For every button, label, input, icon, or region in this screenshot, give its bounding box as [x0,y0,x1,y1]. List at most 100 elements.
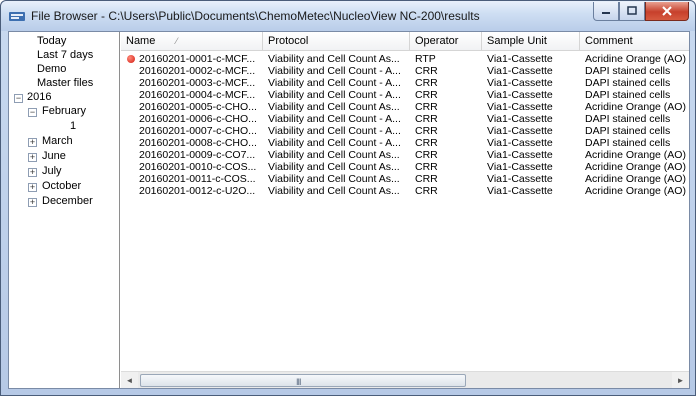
cell-operator: CRR [415,113,438,125]
table-row[interactable]: 20160201-0005-c-CHO... Viability and Cell… [121,101,689,113]
collapse-february-toggle[interactable]: − [28,108,37,117]
scroll-left-button[interactable]: ◄ [121,372,138,388]
close-button[interactable] [645,2,689,21]
cell-name: 20160201-0011-c-COS... [139,173,256,185]
cell-comment: Acridine Orange (AO) [585,185,686,197]
cell-comment: Acridine Orange (AO) [585,53,686,65]
table-row[interactable]: 20160201-0001-c-MCF... Viability and Cell… [121,53,689,65]
cell-name: 20160201-0007-c-CHO... [139,125,257,137]
cell-name: 20160201-0008-c-CHO... [139,137,257,149]
cell-operator: CRR [415,173,438,185]
cell-operator: CRR [415,125,438,137]
cell-sample-unit: Via1-Cassette [487,77,553,89]
cell-comment: DAPI stained cells [585,65,671,77]
maximize-button[interactable] [619,2,645,21]
column-header-label: Name [126,35,156,47]
table-row[interactable]: 20160201-0002-c-MCF... Viability and Cell… [121,65,689,77]
sort-ascending-icon: ⁄ [176,36,178,46]
cell-protocol: Viability and Cell Count - A... [268,65,401,77]
tree-item-master-files[interactable]: Master files [37,77,93,89]
column-header-protocol[interactable]: Protocol [263,32,410,51]
cell-sample-unit: Via1-Cassette [487,89,553,101]
cell-operator: CRR [415,65,438,77]
expand-october-toggle[interactable]: + [28,183,37,192]
tree-item-demo[interactable]: Demo [37,63,66,75]
column-header-sample-unit[interactable]: Sample Unit [482,32,580,51]
horizontal-scrollbar[interactable]: ◄ III ► [121,371,689,388]
table-row[interactable]: 20160201-0004-c-MCF... Viability and Cell… [121,89,689,101]
cell-protocol: Viability and Cell Count As... [268,173,400,185]
table-row[interactable]: 20160201-0010-c-COS... Viability and Cell… [121,161,689,173]
cell-sample-unit: Via1-Cassette [487,161,553,173]
cell-sample-unit: Via1-Cassette [487,53,553,65]
column-header-comment[interactable]: Comment [580,32,689,51]
table-row[interactable]: 20160201-0011-c-COS... Viability and Cell… [121,173,689,185]
tree-item-december[interactable]: December [42,195,93,207]
collapse-2016-toggle[interactable]: − [14,94,23,103]
results-list: Name ⁄ Protocol Operator Sample Unit Com… [121,32,689,388]
cell-operator: CRR [415,185,438,197]
expand-july-toggle[interactable]: + [28,168,37,177]
tree-item-march[interactable]: March [42,135,73,147]
cell-operator: CRR [415,149,438,161]
cell-name: 20160201-0004-c-MCF... [139,89,256,101]
cell-name: 20160201-0010-c-COS... [139,161,257,173]
cell-name: 20160201-0012-c-U2O... [139,185,256,197]
table-row[interactable]: 20160201-0003-c-MCF... Viability and Cell… [121,77,689,89]
expand-december-toggle[interactable]: + [28,198,37,207]
cell-protocol: Viability and Cell Count As... [268,53,400,65]
cell-protocol: Viability and Cell Count - A... [268,89,401,101]
tree-item-july[interactable]: July [42,165,62,177]
title-bar[interactable]: File Browser - C:\Users\Public\Documents… [1,1,695,31]
minimize-icon [602,12,610,14]
window-title: File Browser - C:\Users\Public\Documents… [31,9,480,23]
table-row[interactable]: 20160201-0009-c-CO7... Viability and Cell… [121,149,689,161]
column-header-operator[interactable]: Operator [410,32,482,51]
scroll-right-button[interactable]: ► [672,372,689,388]
cell-name: 20160201-0003-c-MCF... [139,77,256,89]
cell-protocol: Viability and Cell Count - A... [268,125,401,137]
minimize-button[interactable] [593,2,619,21]
cell-operator: RTP [415,53,436,65]
tree-item-october[interactable]: October [42,180,81,192]
app-icon [9,12,25,21]
cell-operator: CRR [415,89,438,101]
cell-name: 20160201-0001-c-MCF... [139,53,256,65]
close-icon [662,6,672,16]
cell-sample-unit: Via1-Cassette [487,65,553,77]
tree-item-today[interactable]: Today [37,35,66,47]
tree-item-june[interactable]: June [42,150,66,162]
tree-item-last-7-days[interactable]: Last 7 days [37,49,93,61]
table-row[interactable]: 20160201-0006-c-CHO... Viability and Cell… [121,113,689,125]
expand-june-toggle[interactable]: + [28,153,37,162]
cell-protocol: Viability and Cell Count As... [268,101,400,113]
tree-item-february[interactable]: February [42,105,86,117]
cell-sample-unit: Via1-Cassette [487,137,553,149]
cell-comment: DAPI stained cells [585,89,671,101]
expand-march-toggle[interactable]: + [28,138,37,147]
column-header-name[interactable]: Name ⁄ [121,32,263,51]
cell-sample-unit: Via1-Cassette [487,185,553,197]
cell-comment: DAPI stained cells [585,77,671,89]
cell-operator: CRR [415,137,438,149]
scroll-thumb[interactable]: III [140,374,466,387]
file-browser-window: File Browser - C:\Users\Public\Documents… [0,0,696,396]
tree-item-2016[interactable]: 2016 [27,91,51,103]
cell-name: 20160201-0009-c-CO7... [139,149,256,161]
maximize-icon [627,6,637,15]
tree-item-day-1[interactable]: 1 [70,120,76,132]
table-row[interactable]: 20160201-0007-c-CHO... Viability and Cell… [121,125,689,137]
cell-comment: Acridine Orange (AO) [585,161,686,173]
table-row[interactable]: 20160201-0012-c-U2O... Viability and Cell… [121,185,689,197]
cell-sample-unit: Via1-Cassette [487,173,553,185]
cell-comment: Acridine Orange (AO) [585,101,686,113]
cell-name: 20160201-0006-c-CHO... [139,113,257,125]
scroll-left-icon: ◄ [125,376,134,385]
cell-operator: CRR [415,77,438,89]
client-area: Today Last 7 days Demo Master files − 20… [8,31,690,389]
cell-sample-unit: Via1-Cassette [487,125,553,137]
scroll-right-icon: ► [676,376,685,385]
cell-operator: CRR [415,101,438,113]
cell-sample-unit: Via1-Cassette [487,149,553,161]
table-row[interactable]: 20160201-0008-c-CHO... Viability and Cell… [121,137,689,149]
